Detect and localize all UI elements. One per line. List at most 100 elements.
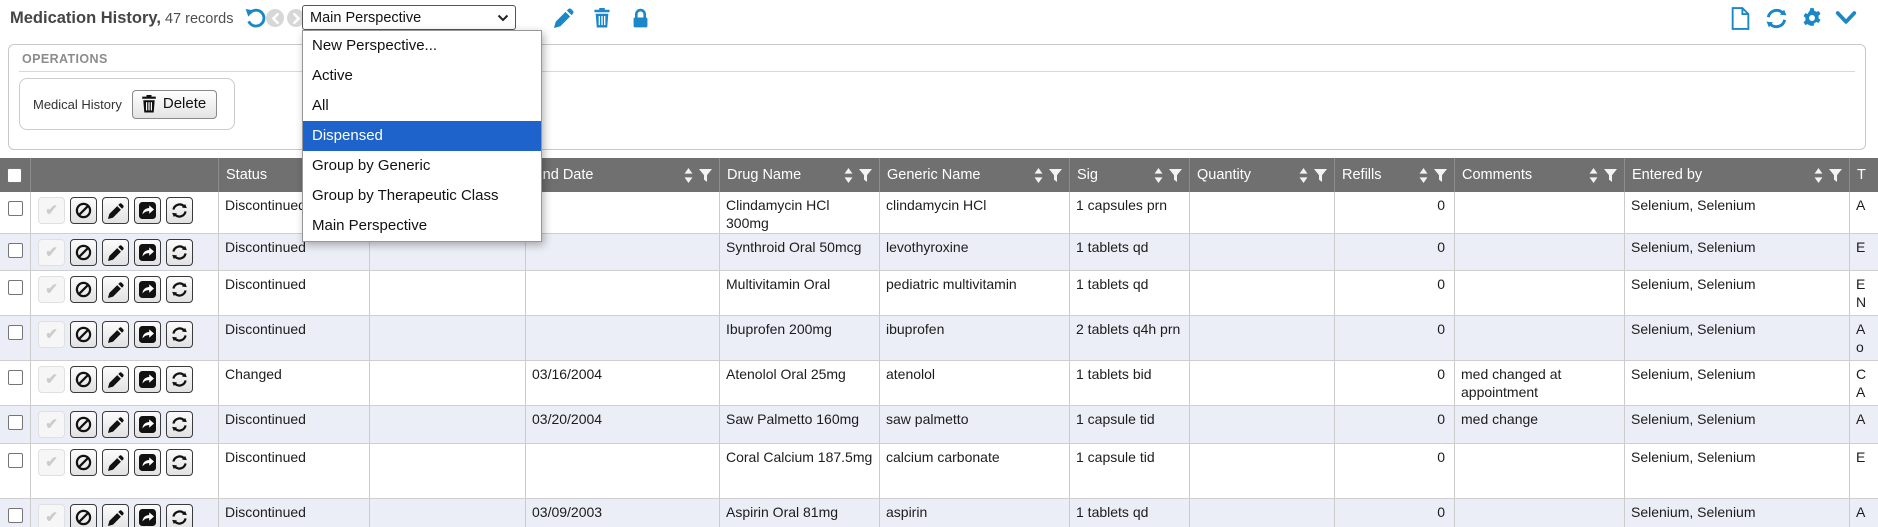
forward-button[interactable] (134, 504, 161, 527)
forward-button[interactable] (134, 366, 161, 393)
refresh-row-button[interactable] (166, 411, 193, 438)
approve-button[interactable]: ✔ (38, 197, 65, 224)
approve-button[interactable]: ✔ (38, 366, 65, 393)
edit-button[interactable] (102, 411, 129, 438)
cell-start_date (370, 444, 526, 498)
edit-button[interactable] (102, 504, 129, 527)
column-header-truncated[interactable]: T (1850, 158, 1878, 192)
row-checkbox[interactable] (8, 243, 23, 258)
filter-icon[interactable] (859, 169, 872, 182)
menu-item[interactable]: Main Perspective (303, 211, 541, 241)
menu-item[interactable]: Group by Generic (303, 151, 541, 181)
trash-icon (141, 95, 157, 113)
approve-button[interactable]: ✔ (38, 449, 65, 476)
gear-icon[interactable] (1798, 4, 1826, 32)
refresh-row-button[interactable] (166, 366, 193, 393)
row-checkbox[interactable] (8, 370, 23, 385)
row-checkbox[interactable] (8, 325, 23, 340)
menu-item[interactable]: All (303, 91, 541, 121)
row-checkbox[interactable] (8, 508, 23, 523)
refresh-row-button[interactable] (166, 239, 193, 266)
ban-button[interactable] (70, 197, 97, 224)
sort-icon[interactable] (1033, 168, 1044, 183)
forward-button[interactable] (134, 449, 161, 476)
menu-item[interactable]: Group by Therapeutic Class (303, 181, 541, 211)
refresh-row-button[interactable] (166, 197, 193, 224)
sort-icon[interactable] (683, 168, 694, 183)
forward-button[interactable] (134, 197, 161, 224)
approve-button[interactable]: ✔ (38, 411, 65, 438)
menu-item[interactable]: Dispensed (303, 121, 541, 151)
forward-button[interactable] (134, 239, 161, 266)
sort-icon[interactable] (1153, 168, 1164, 183)
table-row: ✔DiscontinuedClindamycin HCl 300mgclinda… (0, 192, 1878, 234)
refresh-icon (171, 202, 188, 219)
column-header-end_date[interactable]: End Date (526, 158, 720, 192)
delete-perspective-trash-icon[interactable] (588, 4, 616, 32)
select-all-checkbox[interactable] (7, 168, 22, 183)
column-header-entered_by[interactable]: Entered by (1625, 158, 1850, 192)
approve-button[interactable]: ✔ (38, 239, 65, 266)
edit-button[interactable] (102, 321, 129, 348)
forward-button[interactable] (134, 411, 161, 438)
column-header-sig[interactable]: Sig (1070, 158, 1190, 192)
edit-button[interactable] (102, 449, 129, 476)
ban-button[interactable] (70, 239, 97, 266)
ban-icon (75, 202, 92, 219)
row-checkbox[interactable] (8, 453, 23, 468)
filter-icon[interactable] (1434, 169, 1447, 182)
delete-button[interactable]: Delete (132, 90, 217, 119)
edit-button[interactable] (102, 276, 129, 303)
row-checkbox[interactable] (8, 201, 23, 216)
ban-button[interactable] (70, 449, 97, 476)
filter-icon[interactable] (1314, 169, 1327, 182)
approve-button[interactable]: ✔ (38, 276, 65, 303)
filter-icon[interactable] (1049, 169, 1062, 182)
column-header-quantity[interactable]: Quantity (1190, 158, 1335, 192)
column-header-comments[interactable]: Comments (1455, 158, 1625, 192)
new-document-icon[interactable] (1726, 4, 1754, 32)
table-row: ✔DiscontinuedCoral Calcium 187.5mgcalciu… (0, 444, 1878, 499)
edit-perspective-icon[interactable] (550, 4, 578, 32)
row-checkbox[interactable] (8, 280, 23, 295)
menu-item[interactable]: Active (303, 61, 541, 91)
filter-icon[interactable] (1829, 169, 1842, 182)
lock-icon[interactable] (626, 4, 654, 32)
approve-button[interactable]: ✔ (38, 321, 65, 348)
edit-button[interactable] (102, 197, 129, 224)
ban-button[interactable] (70, 321, 97, 348)
sort-icon[interactable] (1418, 168, 1429, 183)
ban-button[interactable] (70, 411, 97, 438)
filter-icon[interactable] (1169, 169, 1182, 182)
column-header-generic_name[interactable]: Generic Name (880, 158, 1070, 192)
sort-icon[interactable] (1298, 168, 1309, 183)
column-header-drug_name[interactable]: Drug Name (720, 158, 880, 192)
filter-icon[interactable] (699, 169, 712, 182)
sort-icon[interactable] (1813, 168, 1824, 183)
cell-select (0, 316, 31, 360)
refresh-row-button[interactable] (166, 276, 193, 303)
perspective-select[interactable]: Main Perspective (302, 5, 516, 30)
refresh-row-button[interactable] (166, 321, 193, 348)
refresh-row-button[interactable] (166, 449, 193, 476)
menu-item[interactable]: New Perspective... (303, 31, 541, 61)
refresh-icon[interactable] (1762, 4, 1790, 32)
forward-button[interactable] (134, 276, 161, 303)
approve-button[interactable]: ✔ (38, 504, 65, 527)
column-header-refills[interactable]: Refills (1335, 158, 1455, 192)
ban-button[interactable] (70, 504, 97, 527)
filter-icon[interactable] (1604, 169, 1617, 182)
cell-start_date (370, 406, 526, 443)
forward-button[interactable] (134, 321, 161, 348)
prev-chevron-icon[interactable] (266, 9, 284, 27)
sort-icon[interactable] (1588, 168, 1599, 183)
sort-icon[interactable] (843, 168, 854, 183)
collapse-chevron-down-icon[interactable] (1832, 4, 1860, 32)
row-checkbox[interactable] (8, 415, 23, 430)
refresh-row-button[interactable] (166, 504, 193, 527)
edit-button[interactable] (102, 239, 129, 266)
edit-button[interactable] (102, 366, 129, 393)
cell-drug_name: Coral Calcium 187.5mg (720, 444, 880, 498)
ban-button[interactable] (70, 276, 97, 303)
ban-button[interactable] (70, 366, 97, 393)
